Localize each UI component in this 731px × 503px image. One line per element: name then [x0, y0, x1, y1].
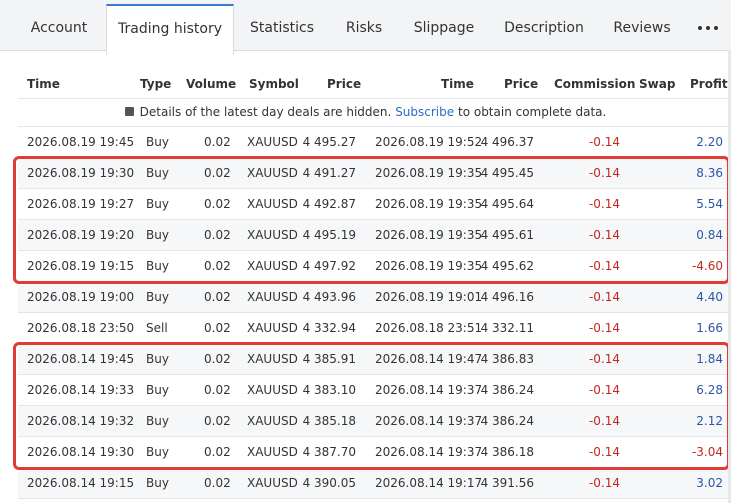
column-header-volume[interactable]: Volume [186, 77, 236, 91]
close-time-cell: 2026.08.14 19:17 [375, 476, 483, 490]
commission-cell: -0.14 [588, 476, 620, 490]
column-header-close-time[interactable]: Time [441, 77, 474, 91]
close-price-cell: 4 496.37 [480, 135, 534, 149]
tab-risks[interactable]: Risks [338, 0, 390, 50]
column-header-time[interactable]: Time [27, 77, 60, 91]
notice-text: Details of the latest day deals are hidd… [139, 105, 392, 119]
commission-cell: -0.14 [588, 321, 620, 335]
symbol-cell: XAUUSD [247, 135, 298, 149]
tab-bar: Account Trading history Statistics Risks… [0, 0, 731, 55]
close-price-cell: 4 332.11 [480, 321, 534, 335]
column-header-price[interactable]: Price [327, 77, 361, 91]
table-row[interactable]: 2026.08.19 19:45 Buy 0.02 XAUUSD 4 495.27 202… [18, 127, 728, 158]
tab-reviews[interactable]: Reviews [604, 0, 680, 50]
column-header-type[interactable]: Type [140, 77, 171, 91]
notice-text-end: to obtain complete data. [457, 105, 607, 119]
profit-cell: 1.66 [696, 321, 723, 335]
tab-account[interactable]: Account [0, 0, 118, 50]
divider [18, 98, 728, 99]
type-cell: Buy [146, 290, 169, 304]
tab-trading-history[interactable]: Trading history [106, 4, 234, 55]
open-price-cell: 4 390.05 [302, 476, 356, 490]
symbol-cell: XAUUSD [247, 321, 298, 335]
more-dots-icon[interactable] [690, 0, 726, 50]
close-time-cell: 2026.08.19 19:52 [375, 135, 483, 149]
profit-cell: 3.02 [696, 476, 723, 490]
hidden-deals-notice: Details of the latest day deals are hidd… [0, 105, 731, 119]
profit-cell: 4.40 [696, 290, 723, 304]
column-header-commission[interactable]: Commission [554, 77, 635, 91]
row-divider [18, 498, 728, 499]
close-time-cell: 2026.08.18 23:51 [375, 321, 483, 335]
table-row[interactable]: 2026.08.19 19:00 Buy 0.02 XAUUSD 4 493.96 202… [18, 282, 728, 313]
open-price-cell: 4 495.27 [302, 135, 356, 149]
type-cell: Sell [146, 321, 168, 335]
column-header-swap[interactable]: Swap [639, 77, 675, 91]
profit-cell: 2.20 [696, 135, 723, 149]
open-time-cell: 2026.08.19 19:00 [27, 290, 135, 304]
symbol-cell: XAUUSD [247, 476, 298, 490]
volume-cell: 0.02 [204, 290, 231, 304]
volume-cell: 0.02 [204, 135, 231, 149]
highlight-box [13, 342, 730, 470]
open-time-cell: 2026.08.14 19:15 [27, 476, 135, 490]
subscribe-link[interactable]: Subscribe [395, 105, 454, 119]
type-cell: Buy [146, 476, 169, 490]
open-time-cell: 2026.08.18 23:50 [27, 321, 135, 335]
table-row[interactable]: 2026.08.18 23:50 Sell 0.02 XAUUSD 4 332.94 20… [18, 313, 728, 344]
tab-slippage[interactable]: Slippage [404, 0, 484, 50]
volume-cell: 0.02 [204, 476, 231, 490]
lock-icon [124, 107, 134, 116]
close-price-cell: 4 496.16 [480, 290, 534, 304]
symbol-cell: XAUUSD [247, 290, 298, 304]
open-price-cell: 4 493.96 [302, 290, 356, 304]
commission-cell: -0.14 [588, 290, 620, 304]
open-time-cell: 2026.08.19 19:45 [27, 135, 135, 149]
column-header-symbol[interactable]: Symbol [249, 77, 299, 91]
type-cell: Buy [146, 135, 169, 149]
column-header-close-price[interactable]: Price [504, 77, 538, 91]
open-price-cell: 4 332.94 [302, 321, 356, 335]
tab-statistics[interactable]: Statistics [240, 0, 324, 50]
table-row[interactable]: 2026.08.14 19:15 Buy 0.02 XAUUSD 4 390.05 202… [18, 468, 728, 499]
volume-cell: 0.02 [204, 321, 231, 335]
tab-description[interactable]: Description [498, 0, 590, 50]
highlight-box [13, 156, 730, 284]
column-header-profit[interactable]: Profit [690, 77, 728, 91]
close-time-cell: 2026.08.19 19:01 [375, 290, 483, 304]
close-price-cell: 4 391.56 [480, 476, 534, 490]
commission-cell: -0.14 [588, 135, 620, 149]
